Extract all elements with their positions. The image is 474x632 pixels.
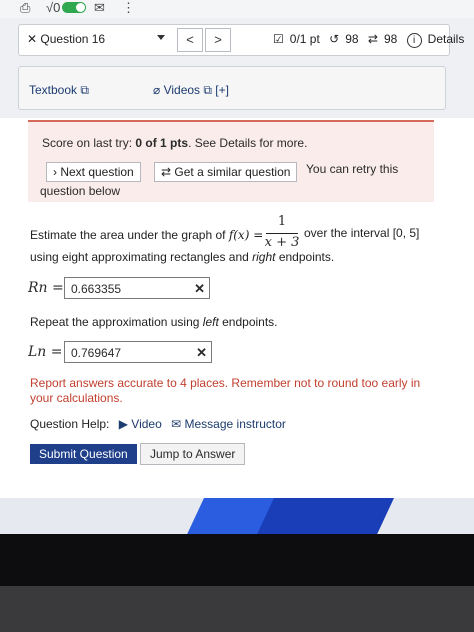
score-value: 0 of 1 pts: [135, 136, 189, 150]
browser-toolbar-strip: ⎙ √0 ✉ ⋮: [0, 0, 474, 18]
ln-answer-field[interactable]: 0.769647 ✕: [64, 341, 212, 363]
question-nav-bar: ✕ Question 16 < > ☑ 0/1 pt ↺ 98 ⇄ 98 i Detai…: [18, 24, 464, 56]
interval-text: over the interval [0, 5]: [304, 226, 420, 240]
swap-icon: ⇄: [161, 165, 175, 179]
score-box: Score on last try: 0 of 1 pts. See Detai…: [28, 120, 434, 202]
next-question-button[interactable]: >: [205, 28, 231, 52]
attempts-icon: ⇄: [367, 32, 378, 46]
attempts-count: 98: [383, 32, 398, 46]
ln-label: Ln =: [28, 344, 63, 360]
ln-value: 0.769647: [71, 346, 122, 360]
desktop-wallpaper: [0, 498, 474, 534]
question-text-line2: using eight approximating rectangles and…: [30, 250, 334, 264]
question-stats: ☑ 0/1 pt ↺ 98 ⇄ 98 i Details: [273, 32, 470, 48]
repeat-a: Repeat the approximation using: [30, 315, 203, 329]
score-suffix: . See Details for more.: [188, 136, 308, 150]
fraction-denominator: x + 3: [264, 235, 300, 250]
score-line: Score on last try: 0 of 1 pts. See Detai…: [42, 136, 307, 150]
prev-question-button[interactable]: <: [177, 28, 203, 52]
question-text-line1: Estimate the area under the graph of f(x…: [30, 228, 263, 242]
retry-text-continued: question below: [40, 184, 121, 198]
repeat-b: endpoints.: [218, 315, 278, 329]
submit-question-button[interactable]: Submit Question: [30, 444, 137, 464]
question-intro: Estimate the area under the graph of: [30, 228, 226, 242]
checkbox-icon: ☑: [273, 32, 284, 46]
warning-text: Report answers accurate to 4 places. Rem…: [30, 376, 421, 405]
jump-to-answer-button[interactable]: Jump to Answer: [140, 443, 246, 465]
sqrt-label[interactable]: √0: [46, 0, 60, 15]
score-prefix: Score on last try:: [42, 136, 136, 150]
question-line2-a: using eight approximating rectangles and: [30, 250, 253, 264]
fraction-numerator: 1: [277, 214, 287, 229]
print-icon[interactable]: ⎙: [20, 0, 30, 16]
details-link[interactable]: Details: [428, 32, 465, 46]
rn-value: 0.663355: [71, 282, 122, 296]
retries-count: 98: [345, 32, 359, 46]
clear-icon[interactable]: ✕: [196, 342, 207, 364]
resources-bar: Textbook ⧉ ⌀ Videos ⧉ [+]: [18, 66, 446, 110]
message-instructor-link[interactable]: ✉ Message instructor: [171, 417, 286, 431]
repeat-text: Repeat the approximation using left endp…: [30, 315, 278, 329]
similar-question-label: Get a similar question: [174, 165, 291, 179]
info-icon[interactable]: i: [406, 33, 422, 48]
rn-label: Rn =: [28, 280, 64, 296]
similar-question-button[interactable]: ⇄ Get a similar question: [154, 162, 298, 182]
chevron-down-icon[interactable]: [157, 35, 165, 40]
question-line2-em: right: [252, 250, 276, 264]
paperclip-icon: ⌀: [153, 83, 164, 97]
question-help: Question Help: ▶ Video ✉ Message instruc…: [30, 417, 286, 431]
toggle-switch[interactable]: [62, 2, 86, 13]
more-icon[interactable]: ⋮: [122, 0, 135, 16]
next-question-button[interactable]: › Next question: [46, 162, 141, 182]
retry-icon: ↺: [329, 32, 340, 46]
question-line2-b: endpoints.: [275, 250, 335, 264]
fraction-bar: [266, 233, 298, 234]
help-label: Question Help:: [30, 417, 110, 431]
textbook-link[interactable]: Textbook ⧉: [29, 83, 89, 98]
mail-icon[interactable]: ✉: [94, 0, 105, 16]
rn-answer-field[interactable]: 0.663355 ✕: [64, 277, 210, 299]
points-text: 0/1 pt: [289, 32, 320, 46]
repeat-em: left: [202, 315, 219, 329]
help-video-link[interactable]: ▶ Video: [119, 417, 162, 431]
videos-label: Videos ⧉ [+]: [163, 83, 229, 97]
clear-icon[interactable]: ✕: [194, 278, 205, 300]
retry-text: You can retry this: [306, 162, 399, 176]
videos-link[interactable]: ⌀ Videos ⧉ [+]: [153, 83, 229, 98]
question-select[interactable]: ✕ Question 16: [27, 32, 105, 46]
question-panel: Score on last try: 0 of 1 pts. See Detai…: [0, 118, 474, 498]
function-label: f(x) =: [228, 228, 264, 242]
desk-surface: [0, 586, 474, 632]
